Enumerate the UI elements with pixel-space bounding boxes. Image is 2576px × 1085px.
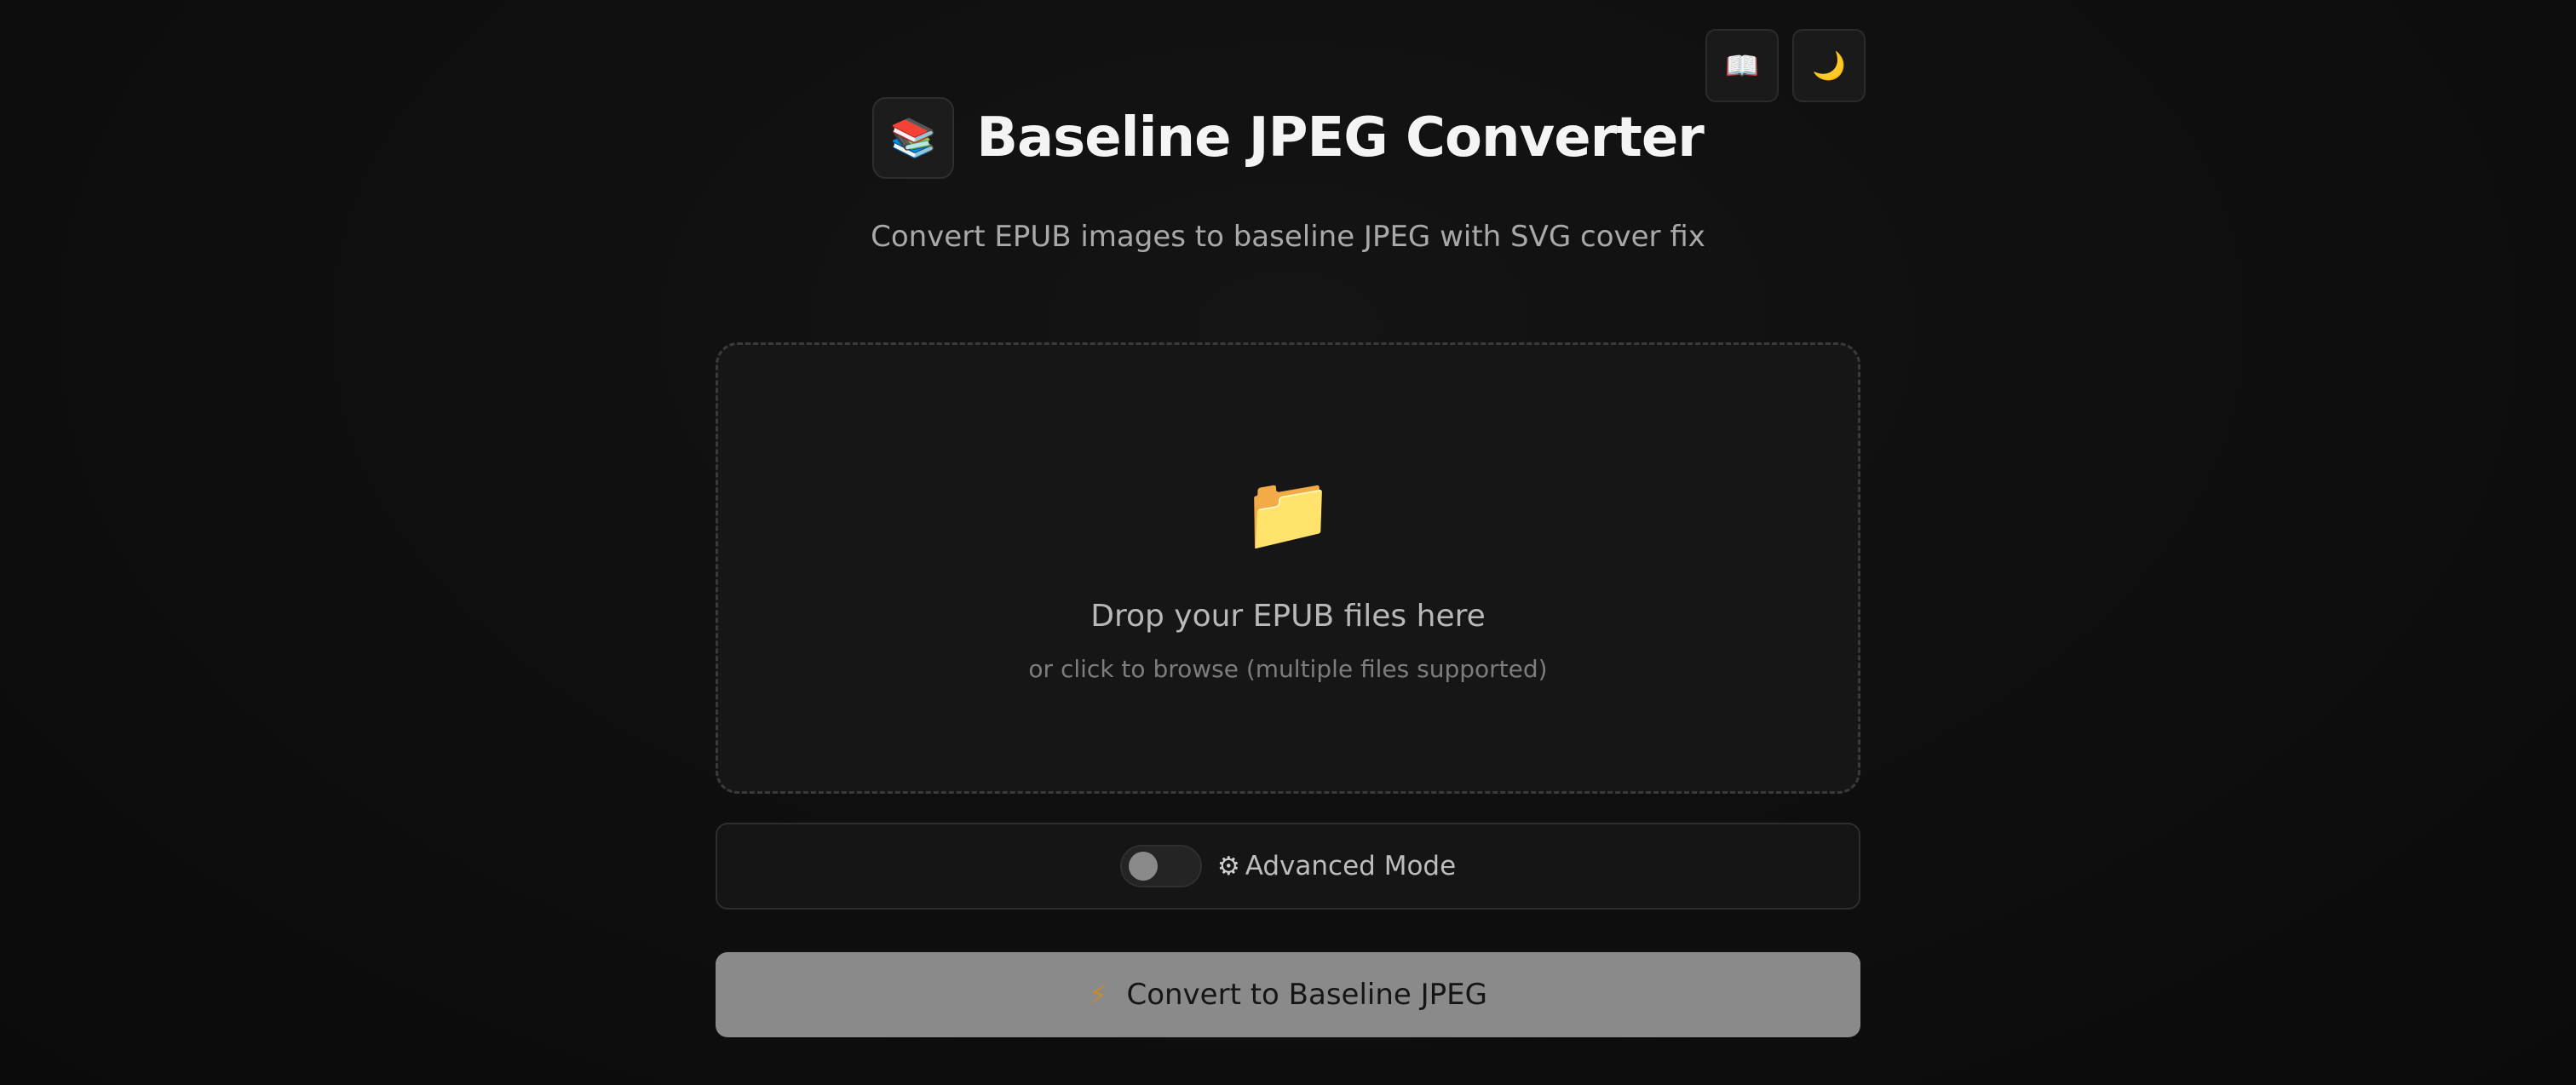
lightning-icon: ⚡: [1089, 979, 1108, 1011]
page-title: Baseline JPEG Converter: [976, 106, 1705, 169]
moon-icon: 🌙: [1812, 49, 1846, 82]
advanced-mode-label: Advanced Mode: [1245, 851, 1457, 881]
convert-button-label: Convert to Baseline JPEG: [1126, 978, 1487, 1012]
gear-icon: ⚙: [1216, 851, 1240, 881]
logo: 📚: [872, 97, 955, 179]
theme-toggle-button[interactable]: 🌙: [1792, 29, 1866, 102]
advanced-mode-toggle[interactable]: [1119, 845, 1202, 887]
file-dropzone[interactable]: 📁 Drop your EPUB files here or click to …: [716, 342, 1860, 794]
book-icon-button[interactable]: 📖: [1705, 29, 1779, 102]
top-toolbar: 📖 🌙: [1705, 29, 1866, 102]
page-subtitle: Convert EPUB images to baseline JPEG wit…: [871, 220, 1705, 254]
toggle-knob: [1128, 852, 1158, 881]
page-header: 📚 Baseline JPEG Converter: [0, 97, 2576, 179]
dropzone-subtitle: or click to browse (multiple files suppo…: [1028, 655, 1548, 683]
folder-icon: 📁: [1242, 471, 1334, 556]
dropzone-title: Drop your EPUB files here: [1090, 599, 1486, 634]
app-page: 📖 🌙 📚 Baseline JPEG Converter Convert EP…: [0, 0, 2576, 1085]
book-icon: 📖: [1725, 49, 1759, 82]
convert-button[interactable]: ⚡ Convert to Baseline JPEG: [716, 952, 1860, 1037]
books-icon: 📚: [889, 117, 937, 160]
advanced-mode-bar: ⚙ Advanced Mode: [716, 823, 1860, 910]
advanced-mode-label-group[interactable]: ⚙ Advanced Mode: [1217, 851, 1456, 881]
